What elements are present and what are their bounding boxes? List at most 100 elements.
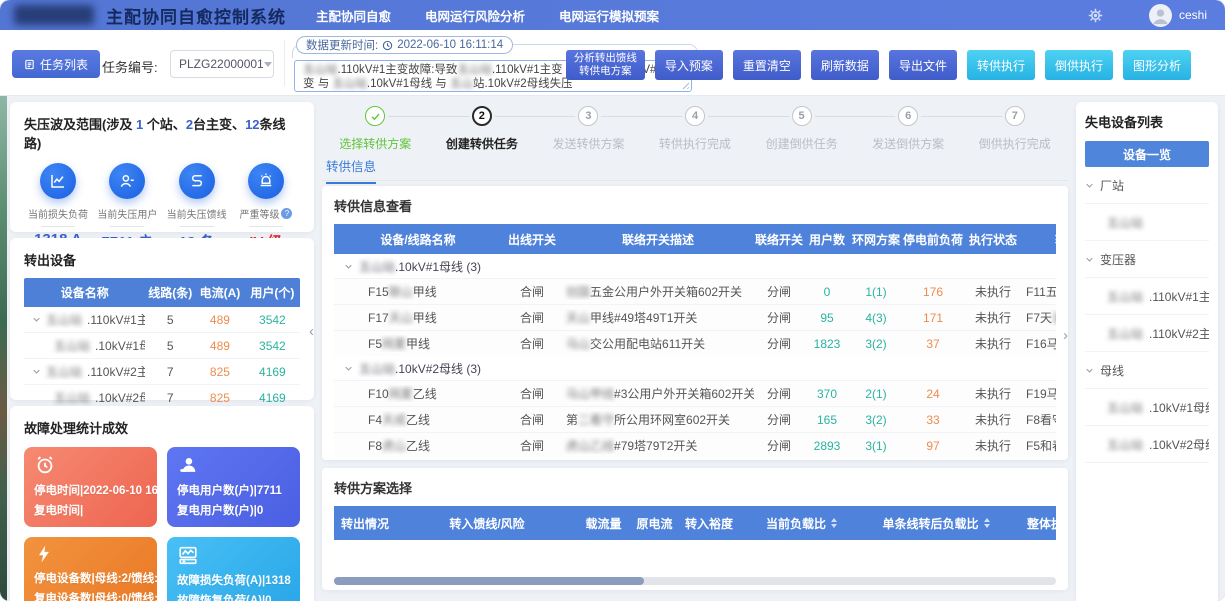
toolbar-button[interactable]: 图形分析	[1123, 50, 1191, 80]
group-label: 五山站.10kV#2母线 (3)	[359, 360, 481, 377]
caret-down-icon[interactable]	[32, 367, 41, 376]
device-overview-header[interactable]: 设备一览	[1085, 141, 1209, 167]
blurred-text: 五山站	[1107, 214, 1143, 231]
task-no-select[interactable]: PLZG22000001	[170, 50, 274, 78]
nav-item-2[interactable]: 电网运行风险分析	[425, 6, 525, 25]
caret-down-icon[interactable]	[1085, 255, 1094, 264]
sort-down-arrow	[984, 524, 990, 528]
text-seg: #79塔79T2开关	[614, 439, 697, 453]
blurred-text: 二看守	[578, 413, 614, 427]
stat-card-line: 停电用户数(户)|7711	[177, 481, 290, 501]
column-header[interactable]: 当前负载比	[738, 515, 865, 532]
stat-card-line: 故障恢复负荷(A)|0	[177, 591, 290, 601]
header-right: ceshi	[1088, 4, 1211, 27]
users-cell: 2893	[804, 439, 850, 453]
text-seg: 甲线	[413, 311, 437, 325]
table-row[interactable]: F17天山甲线合闸天山甲线#49塔49T1开关分闸954(3)171未执行F7天…	[334, 304, 1056, 330]
collapse-left-arrow[interactable]: ‹	[309, 324, 314, 339]
exec-status-cell: 未执行	[964, 283, 1022, 300]
column-header[interactable]: 整体执行负载比	[1007, 515, 1056, 532]
caret-down-icon[interactable]	[32, 315, 41, 324]
blurred-text: 五山站	[46, 311, 82, 328]
column-header[interactable]: 单条线转后负载比	[865, 515, 1007, 532]
toolbar-button[interactable]: 倒供执行	[1045, 50, 1113, 80]
blurred-text: 五山站	[303, 64, 338, 76]
sort-icon[interactable]	[984, 518, 990, 528]
tree-item[interactable]: 五山站.10kV#2母线	[1085, 426, 1209, 463]
column-header: 执行状态	[964, 231, 1022, 248]
text-seg: .10kV#1母线	[1149, 399, 1209, 416]
table-row[interactable]: F8虎山乙线合闸虎山乙线#79塔79T2开关分闸28933(1)97未执行F5和…	[334, 432, 1056, 458]
column-header-text: 转出情况	[341, 515, 389, 532]
caret-down-icon[interactable]	[1085, 181, 1094, 190]
tie-switch-cell: 分闸	[754, 309, 804, 326]
update-time-value: 2022-06-10 16:11:14	[397, 39, 503, 51]
text-seg: F8看守	[1026, 413, 1056, 427]
group-row[interactable]: 五山站.10kV#1母线 (3)	[334, 254, 1056, 278]
table-row[interactable]: 五山站.110kV#2主变78254169	[24, 359, 300, 385]
clock-icon	[382, 40, 393, 51]
exec-status-cell: 未执行	[964, 309, 1022, 326]
toolbar-button[interactable]: 分析转出馈线 转供电方案	[566, 50, 645, 80]
transfer-feeder-cell: F19马山	[1022, 385, 1056, 402]
current-cell: 825	[195, 365, 245, 379]
tree-item[interactable]: 五山站.110kV#1主变	[1085, 278, 1209, 315]
tree-group-母线[interactable]: 母线	[1085, 352, 1209, 389]
tab-transfer-info[interactable]: 转供信息	[326, 156, 376, 184]
text-seg: #3公用户外开关箱602开关	[614, 387, 754, 401]
table-row[interactable]: 五山站.110kV#1主变54893542	[24, 307, 300, 333]
step-indicator: 7	[961, 106, 1068, 128]
gear-icon[interactable]	[1088, 8, 1103, 23]
toolbar-button[interactable]: 导出文件	[889, 50, 957, 80]
tree-item[interactable]: 五山站.10kV#1母线	[1085, 389, 1209, 426]
column-header-text: 载流量	[585, 515, 621, 532]
toolbar-button[interactable]: 转供执行	[967, 50, 1035, 80]
transfer-feeder-cell: F8看守	[1022, 411, 1056, 428]
table-row[interactable]: F4天成乙线合闸第二看守所公用环网室602开关分闸1653(2)33未执行F8看…	[334, 406, 1056, 432]
toolbar-button[interactable]: 重置清空	[733, 50, 801, 80]
task-list-button[interactable]: 任务列表	[12, 50, 100, 78]
text-seg: F5和春	[1026, 439, 1056, 453]
current-cell: 489	[195, 313, 245, 327]
text-seg: 甲线	[406, 337, 430, 351]
scrollbar-thumb[interactable]	[334, 577, 644, 585]
tie-switch-cell: 分闸	[754, 437, 804, 454]
tie-switch-desc-cell: 创国五金公用户外开关箱602开关	[562, 283, 754, 300]
table-row[interactable]: F15联山甲线合闸创国五金公用户外开关箱602开关分闸01(1)176未执行F1…	[334, 278, 1056, 304]
tree-item[interactable]: 五山站.110kV#2主变	[1085, 315, 1209, 352]
sort-icon[interactable]	[831, 518, 837, 528]
tree-group-厂站[interactable]: 厂站	[1085, 167, 1209, 204]
toolbar-button[interactable]: 刷新数据	[811, 50, 879, 80]
collapse-right-arrow[interactable]: ›	[1063, 328, 1068, 343]
step-发送倒供方案: 6发送倒供方案	[855, 106, 962, 152]
divider	[180, 226, 214, 227]
ring-plan-cell: 1(1)	[850, 285, 902, 299]
tree-item[interactable]: 五山站	[1085, 204, 1209, 241]
help-icon[interactable]: ?	[281, 208, 292, 219]
nav-item-3[interactable]: 电网运行模拟预案	[559, 6, 659, 25]
tree-group-变压器[interactable]: 变压器	[1085, 241, 1209, 278]
horizontal-scrollbar	[334, 577, 1056, 585]
table-row[interactable]: 五山站.10kV#1母线54893542	[24, 333, 300, 359]
current-cell: 825	[195, 391, 245, 405]
group-row[interactable]: 五山站.10kV#2母线 (3)	[334, 356, 1056, 380]
nav-item-1[interactable]: 主配协同自愈	[316, 6, 391, 25]
caret-down-icon[interactable]	[344, 262, 353, 271]
user-menu[interactable]: ceshi	[1149, 4, 1207, 27]
column-header-text: 整体执行负载比	[1027, 515, 1056, 532]
table-row[interactable]: F5网夏甲线合闸马山交公用配电站611开关分闸18233(2)37未执行F16马…	[334, 330, 1056, 356]
blurred-text: 五山站	[359, 362, 395, 376]
text-seg: F10	[368, 387, 389, 401]
toolbar-button[interactable]: 导入预案	[655, 50, 723, 80]
text-seg: .110kV#2主变	[1149, 325, 1209, 342]
text-seg: .10kV#1母线 与	[367, 78, 450, 90]
device-name-cell: 五山站.10kV#2母线	[24, 389, 145, 406]
caret-down-icon[interactable]	[344, 364, 353, 373]
transfer-out-table-body: 五山站.110kV#1主变54893542五山站.10kV#1母线5489354…	[24, 307, 300, 411]
app-logo	[14, 5, 94, 25]
step-label: 转供执行完成	[642, 135, 749, 152]
stat-card: 停电用户数(户)|7711复电用户数(户)|0	[167, 447, 300, 527]
current-cell: 489	[195, 339, 245, 353]
table-row[interactable]: F10网夏乙线合闸马山甲线#3公用户外开关箱602开关分闸3702(1)24未执…	[334, 380, 1056, 406]
caret-down-icon[interactable]	[1085, 366, 1094, 375]
